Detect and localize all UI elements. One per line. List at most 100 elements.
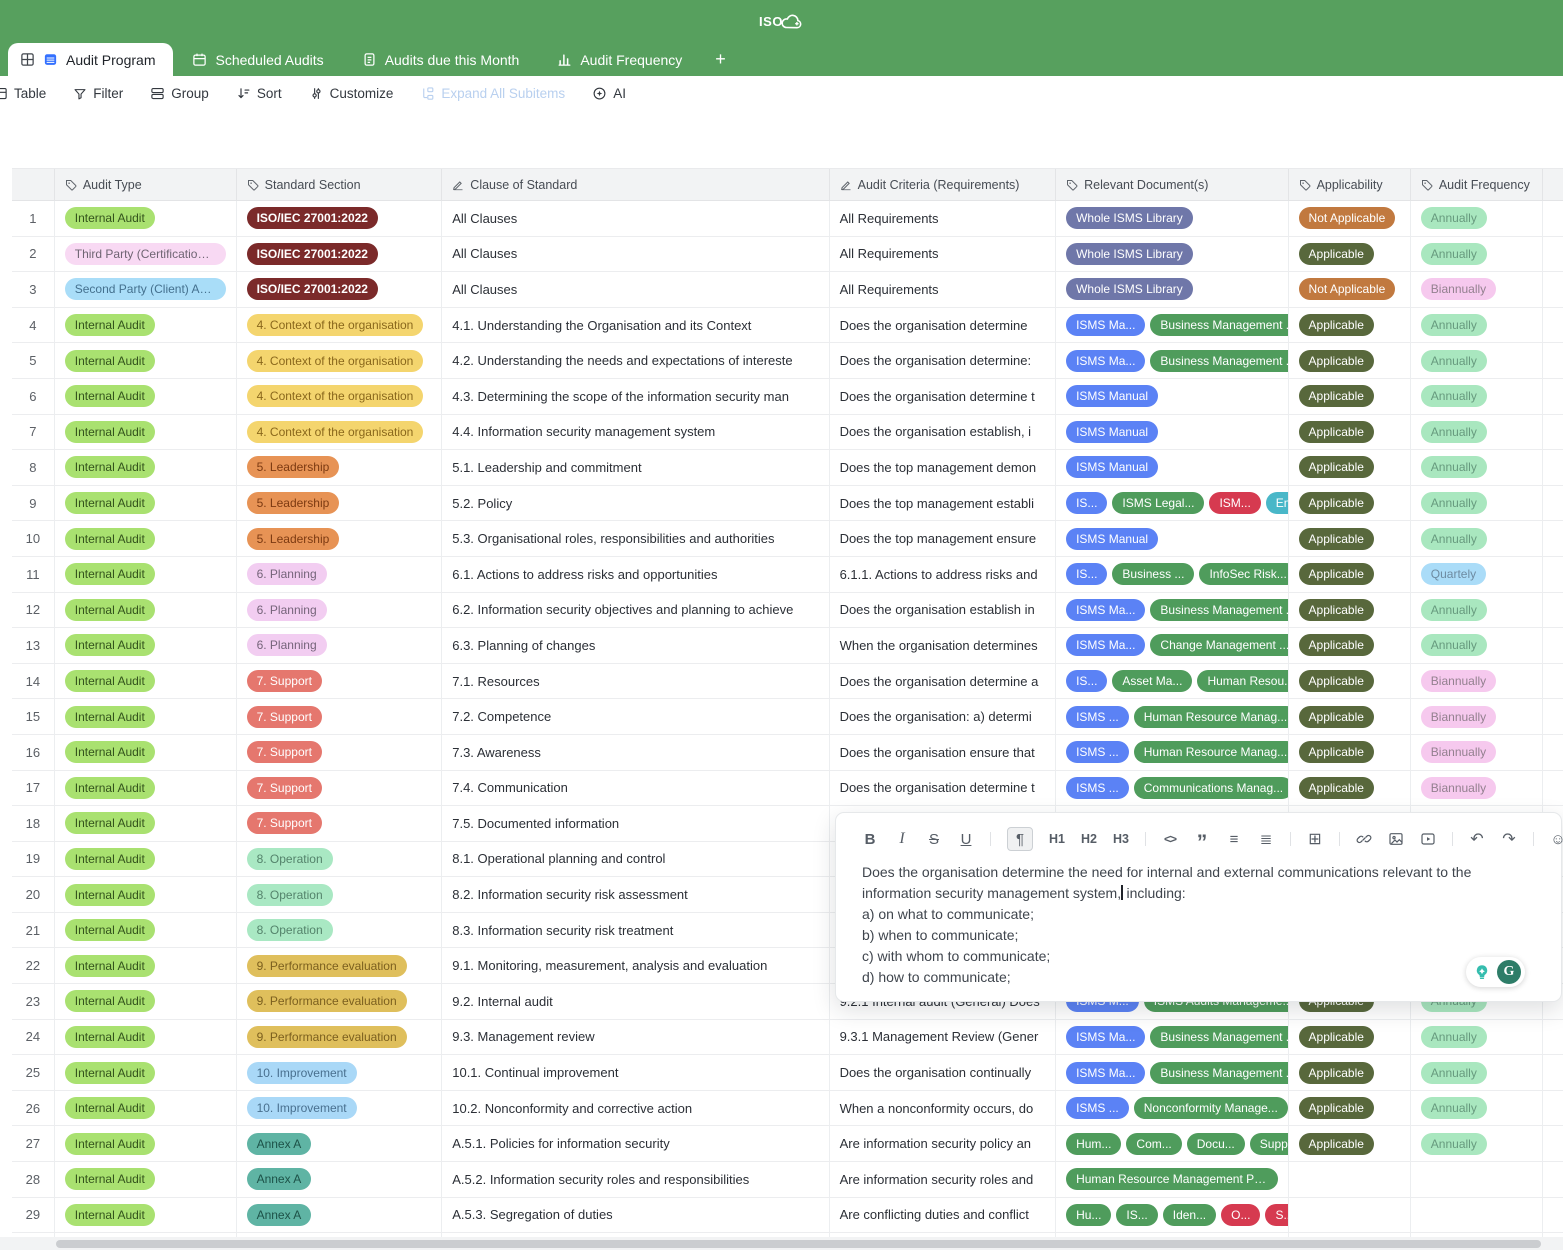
cell-applicability[interactable]: Applicable	[1289, 1091, 1411, 1126]
editor-redo-button[interactable]: ↷	[1501, 828, 1517, 850]
row-number[interactable]: 7	[12, 415, 55, 450]
cell-relevant-documents[interactable]: Whole ISMS Library	[1056, 201, 1288, 236]
cell-audit-criteria[interactable]: When the organisation determines	[830, 628, 1057, 663]
cell-applicability[interactable]: Applicable	[1289, 1126, 1411, 1161]
row-number[interactable]: 18	[12, 806, 55, 841]
cell-applicability[interactable]: Applicable	[1289, 343, 1411, 378]
cell-standard-section[interactable]: 4. Context of the organisation	[237, 415, 443, 450]
cell-standard-section[interactable]: 9. Performance evaluation	[237, 1020, 443, 1055]
tab-audits-due-this-month[interactable]: Audits due this Month	[343, 43, 539, 76]
cell-audit-type[interactable]: Internal Audit	[55, 415, 237, 450]
scrollbar-thumb[interactable]	[56, 1240, 1541, 1248]
cell-audit-frequency[interactable]	[1411, 1162, 1543, 1197]
cell-audit-criteria[interactable]: Does the top management establi	[830, 486, 1057, 521]
cell-standard-section[interactable]: 9. Performance evaluation	[237, 984, 443, 1019]
editor-image-button[interactable]	[1388, 828, 1404, 850]
row-number[interactable]: 2	[12, 237, 55, 272]
cell-audit-criteria[interactable]: Are information security roles and	[830, 1162, 1057, 1197]
cell-audit-type[interactable]: Internal Audit	[55, 343, 237, 378]
cell-clause-of-standard[interactable]: 9.1. Monitoring, measurement, analysis a…	[442, 948, 829, 983]
row-number[interactable]: 25	[12, 1055, 55, 1090]
cell-standard-section[interactable]: 6. Planning	[237, 557, 443, 592]
cell-clause-of-standard[interactable]: 7.1. Resources	[442, 664, 829, 699]
cell-standard-section[interactable]: 6. Planning	[237, 628, 443, 663]
cell-standard-section[interactable]: ISO/IEC 27001:2022	[237, 237, 443, 272]
cell-relevant-documents[interactable]: ISMS Manual	[1056, 415, 1288, 450]
cell-relevant-documents[interactable]: IS...ISMS Legal...ISM...Em...	[1056, 486, 1288, 521]
cell-audit-frequency[interactable]: Annually	[1411, 201, 1543, 236]
row-number[interactable]: 8	[12, 450, 55, 485]
cell-applicability[interactable]: Applicable	[1289, 735, 1411, 770]
cell-audit-type[interactable]: Third Party (Certification) A...	[55, 237, 237, 272]
cell-relevant-documents[interactable]: ISMS Manual	[1056, 521, 1288, 556]
cell-audit-type[interactable]: Internal Audit	[55, 450, 237, 485]
cell-standard-section[interactable]: 9. Performance evaluation	[237, 948, 443, 983]
row-number[interactable]: 3	[12, 272, 55, 307]
editor-paragraph-button[interactable]: ¶	[1007, 827, 1033, 851]
cell-relevant-documents[interactable]: ISMS Ma...Business Management ...	[1056, 593, 1288, 628]
cell-relevant-documents[interactable]: Whole ISMS Library	[1056, 237, 1288, 272]
cell-audit-frequency[interactable]	[1411, 1198, 1543, 1233]
customize-button[interactable]: Customize	[309, 86, 394, 101]
cell-standard-section[interactable]: 7. Support	[237, 735, 443, 770]
cell-audit-frequency[interactable]: Annually	[1411, 450, 1543, 485]
cell-audit-frequency[interactable]: Annually	[1411, 593, 1543, 628]
cell-relevant-documents[interactable]: Hum...Com...Docu...Supp...	[1056, 1126, 1288, 1161]
cell-audit-criteria[interactable]: Does the organisation ensure that	[830, 735, 1057, 770]
row-number[interactable]: 22	[12, 948, 55, 983]
cell-audit-type[interactable]: Internal Audit	[55, 628, 237, 663]
cell-relevant-documents[interactable]: Hu...IS...Iden...O...S...	[1056, 1198, 1288, 1233]
cell-applicability[interactable]: Applicable	[1289, 1020, 1411, 1055]
row-number[interactable]: 9	[12, 486, 55, 521]
cell-audit-frequency[interactable]: Annually	[1411, 379, 1543, 414]
editor-code-button[interactable]: <>	[1162, 828, 1178, 850]
editor-heading-2-button[interactable]: H2	[1081, 828, 1097, 850]
editor-undo-button[interactable]: ↶	[1469, 828, 1485, 850]
header-standard-section[interactable]: Standard Section	[237, 169, 443, 200]
cell-audit-type[interactable]: Internal Audit	[55, 842, 237, 877]
cell-clause-of-standard[interactable]: 8.1. Operational planning and control	[442, 842, 829, 877]
cell-standard-section[interactable]: 8. Operation	[237, 913, 443, 948]
cell-standard-section[interactable]: 4. Context of the organisation	[237, 308, 443, 343]
cell-audit-frequency[interactable]: Biannually	[1411, 735, 1543, 770]
cell-audit-type[interactable]: Internal Audit	[55, 699, 237, 734]
ai-button[interactable]: AI	[592, 86, 626, 101]
cell-applicability[interactable]: Not Applicable	[1289, 272, 1411, 307]
cell-audit-criteria[interactable]: Does the organisation establish, i	[830, 415, 1057, 450]
filter-button[interactable]: Filter	[73, 86, 123, 101]
cell-audit-type[interactable]: Internal Audit	[55, 664, 237, 699]
editor-strikethrough-button[interactable]: S	[926, 828, 942, 850]
table-button[interactable]: Table	[0, 86, 46, 101]
cell-audit-criteria[interactable]: All Requirements	[830, 201, 1057, 236]
cell-clause-of-standard[interactable]: 6.3. Planning of changes	[442, 628, 829, 663]
cell-relevant-documents[interactable]: ISMS ...Human Resource Manag...	[1056, 699, 1288, 734]
cell-audit-frequency[interactable]: Biannually	[1411, 664, 1543, 699]
cell-standard-section[interactable]: ISO/IEC 27001:2022	[237, 201, 443, 236]
cell-audit-frequency[interactable]: Annually	[1411, 486, 1543, 521]
cell-standard-section[interactable]: 5. Leadership	[237, 486, 443, 521]
cell-applicability[interactable]: Applicable	[1289, 1055, 1411, 1090]
header-clause-of-standard[interactable]: Clause of Standard	[442, 169, 829, 200]
cell-applicability[interactable]: Applicable	[1289, 557, 1411, 592]
cell-audit-criteria[interactable]: Does the top management ensure	[830, 521, 1057, 556]
header-relevant-documents[interactable]: Relevant Document(s)	[1056, 169, 1288, 200]
cell-applicability[interactable]: Applicable	[1289, 237, 1411, 272]
cell-clause-of-standard[interactable]: 7.5. Documented information	[442, 806, 829, 841]
header-audit-type[interactable]: Audit Type	[55, 169, 237, 200]
cell-audit-type[interactable]: Internal Audit	[55, 593, 237, 628]
cell-clause-of-standard[interactable]: 7.2. Competence	[442, 699, 829, 734]
cell-clause-of-standard[interactable]: All Clauses	[442, 237, 829, 272]
cell-audit-criteria[interactable]: Does the top management demon	[830, 450, 1057, 485]
editor-italic-button[interactable]: I	[894, 828, 910, 850]
cell-standard-section[interactable]: 8. Operation	[237, 877, 443, 912]
cell-audit-type[interactable]: Internal Audit	[55, 308, 237, 343]
cell-audit-frequency[interactable]: Annually	[1411, 628, 1543, 663]
cell-audit-frequency[interactable]: Annually	[1411, 521, 1543, 556]
cell-audit-frequency[interactable]: Annually	[1411, 308, 1543, 343]
cell-clause-of-standard[interactable]: 5.2. Policy	[442, 486, 829, 521]
cell-audit-type[interactable]: Internal Audit	[55, 1020, 237, 1055]
cell-audit-criteria[interactable]: Does the organisation determine t	[830, 771, 1057, 806]
editor-video-button[interactable]	[1420, 828, 1436, 850]
cell-audit-frequency[interactable]: Biannually	[1411, 699, 1543, 734]
header-applicability[interactable]: Applicability	[1289, 169, 1411, 200]
